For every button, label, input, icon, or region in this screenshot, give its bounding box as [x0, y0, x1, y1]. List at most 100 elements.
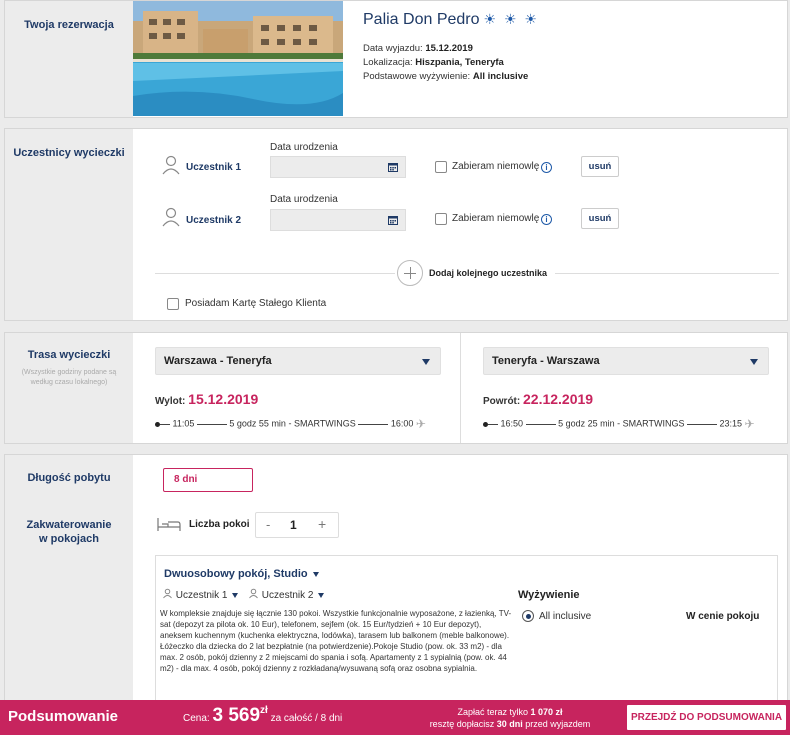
pay-now-value: 1 070 zł: [530, 707, 563, 717]
outbound-flight-line: 11:05 5 godz 55 min - SMARTWINGS 16:00 ✈: [155, 417, 426, 431]
participant-1-name: Uczestnik 1: [186, 162, 242, 173]
rest-label: resztę dopłacisz: [429, 719, 495, 729]
loyalty-card-label: Posiadam Kartę Stałego Klienta: [185, 298, 327, 309]
outbound-duration: 5 godz 55 min: [229, 418, 286, 429]
stay-length-select[interactable]: 8 dni: [163, 468, 253, 492]
hotel-name-text: Palia Don Pedro: [363, 11, 480, 28]
board-heading: Wyżywienie: [518, 589, 580, 601]
room-participant-1-select[interactable]: Uczestnik 1: [162, 588, 239, 601]
stay-panel: Długość pobytu Zakwaterowanie w pokojach…: [4, 454, 788, 715]
rooms-count-value: 1: [290, 518, 297, 532]
stay-length-label: Długość pobytu: [27, 472, 111, 484]
info-icon[interactable]: i: [541, 214, 552, 225]
participant-2-infant-checkbox[interactable]: [435, 213, 447, 225]
caret-down-icon: [232, 592, 239, 598]
board-price: W cenie pokoju: [686, 611, 760, 622]
rest-suffix: przed wyjazdem: [525, 719, 591, 729]
info-icon[interactable]: i: [541, 162, 552, 173]
inbound-duration: 5 godz 25 min: [558, 418, 615, 429]
participant-1-birth-input[interactable]: [270, 156, 406, 178]
divider: [555, 273, 779, 274]
person-icon: [160, 206, 182, 228]
outbound-route-select[interactable]: Warszawa - Teneryfa: [155, 347, 441, 375]
room-participant-2-select[interactable]: Uczestnik 2: [248, 588, 325, 601]
price-value: 3 569: [212, 705, 261, 726]
outbound-arr-time: 16:00: [390, 418, 414, 429]
room-type-select[interactable]: Dwuosobowy pokój, Studio: [164, 568, 319, 580]
person-icon: [249, 588, 258, 599]
summary-title: Podsumowanie: [8, 708, 119, 725]
rooms-section-label: Zakwaterowanie w pokojach: [26, 519, 112, 545]
inbound-date: Powrót: 22.12.2019: [483, 391, 593, 407]
participants-section-label: Uczestnicy wycieczki: [13, 147, 125, 159]
inbound-date-value: 22.12.2019: [523, 391, 594, 407]
inbound-date-label: Powrót:: [483, 396, 521, 407]
room-participant-2-value: Uczestnik 2: [261, 590, 314, 601]
location-label: Lokalizacja:: [363, 57, 413, 68]
departure-value: 15.12.2019: [425, 43, 473, 54]
hotel-photo: [133, 1, 343, 116]
inbound-arr-time: 23:15: [719, 418, 743, 429]
rooms-plus-button[interactable]: +: [318, 516, 326, 532]
participant-2-remove-button[interactable]: usuń: [581, 208, 619, 229]
reservation-panel: Twoja rezerwacja Palia Don Pedro ☀ ☀ ☀ Da…: [4, 0, 788, 118]
board-info: Podstawowe wyżywienie: All inclusive: [363, 70, 528, 83]
participants-side: Uczestnicy wycieczki: [5, 129, 133, 320]
participant-1-birth-label: Data urodzenia: [270, 142, 338, 153]
participant-1-infant-label: Zabieram niemowlę: [452, 161, 540, 172]
caret-down-icon: [318, 592, 325, 598]
room-description: W kompleksie znajduje się łącznie 130 po…: [160, 609, 512, 673]
room-type-value: Dwuosobowy pokój, Studio: [164, 568, 308, 580]
pay-now-label: Zapłać teraz tylko: [457, 707, 528, 717]
go-to-summary-button[interactable]: PRZEJDŹ DO PODSUMOWANIA: [627, 705, 786, 730]
inbound-route-value: Teneryfa - Warszawa: [492, 355, 600, 367]
outbound-route-value: Warszawa - Teneryfa: [164, 355, 272, 367]
stay-side: Długość pobytu Zakwaterowanie w pokojach: [5, 455, 133, 703]
route-timezone-note: (Wszystkie godziny podane są według czas…: [21, 369, 117, 386]
outbound-date-value: 15.12.2019: [188, 391, 259, 407]
person-icon: [163, 588, 172, 599]
participant-2-birth-label: Data urodzenia: [270, 194, 338, 205]
inbound-flight-line: 16:50 5 godz 25 min - SMARTWINGS 23:15 ✈: [483, 417, 755, 431]
loyalty-card-checkbox[interactable]: [167, 298, 179, 310]
participant-2-infant-label: Zabieram niemowlę: [452, 213, 540, 224]
route-panel: Trasa wycieczki (Wszystkie godziny podan…: [4, 332, 788, 444]
caret-down-icon: [750, 359, 758, 365]
outbound-date: Wylot: 15.12.2019: [155, 391, 258, 407]
inbound-route-select[interactable]: Teneryfa - Warszawa: [483, 347, 769, 375]
departure-info: Data wyjazdu: 15.12.2019: [363, 42, 473, 55]
outbound-date-label: Wylot:: [155, 396, 186, 407]
participant-2-birth-input[interactable]: [270, 209, 406, 231]
price-currency: zł: [260, 705, 268, 716]
participants-panel: Uczestnicy wycieczki Uczestnik 1 Data ur…: [4, 128, 788, 321]
summary-bar: Podsumowanie Cena: 3 569zł za całość / 8…: [0, 700, 790, 735]
route-section-label: Trasa wycieczki: [27, 349, 111, 361]
hotel-name[interactable]: Palia Don Pedro ☀ ☀ ☀: [363, 8, 539, 31]
rooms-count-label: Liczba pokoi: [189, 519, 250, 530]
board-label: Podstawowe wyżywienie:: [363, 71, 471, 82]
participant-2-name: Uczestnik 2: [186, 215, 242, 226]
add-participant-button[interactable]: Dodaj kolejnego uczestnika: [429, 268, 547, 278]
room-card: Dwuosobowy pokój, Studio Uczestnik 1 Ucz…: [155, 555, 778, 715]
outbound-carrier: SMARTWINGS: [293, 418, 356, 429]
board-option-radio[interactable]: [522, 610, 534, 622]
location-value: Hiszpania, Teneryfa: [415, 57, 504, 68]
price-suffix: za całość / 8 dni: [270, 713, 343, 724]
bed-icon: [157, 516, 181, 535]
caret-down-icon: [312, 571, 319, 577]
calendar-icon: [388, 163, 398, 172]
participant-1-infant-checkbox[interactable]: [435, 161, 447, 173]
location-info: Lokalizacja: Hiszpania, Teneryfa: [363, 56, 504, 69]
plane-icon: ✈: [415, 417, 426, 431]
rooms-minus-button[interactable]: -: [266, 517, 270, 532]
person-icon: [160, 154, 182, 176]
total-price: Cena: 3 569zł za całość / 8 dni: [183, 705, 342, 727]
add-participant-icon[interactable]: [397, 260, 423, 286]
caret-down-icon: [422, 359, 430, 365]
sun-rating-icon: ☀ ☀ ☀: [483, 11, 539, 27]
rooms-stepper[interactable]: - 1 +: [255, 512, 339, 538]
participant-1-remove-button[interactable]: usuń: [581, 156, 619, 177]
payment-info: Zapłać teraz tylko 1 070 zł resztę dopła…: [400, 706, 620, 730]
room-participant-1-value: Uczestnik 1: [175, 590, 228, 601]
reservation-section-label: Twoja rezerwacja: [24, 19, 114, 31]
